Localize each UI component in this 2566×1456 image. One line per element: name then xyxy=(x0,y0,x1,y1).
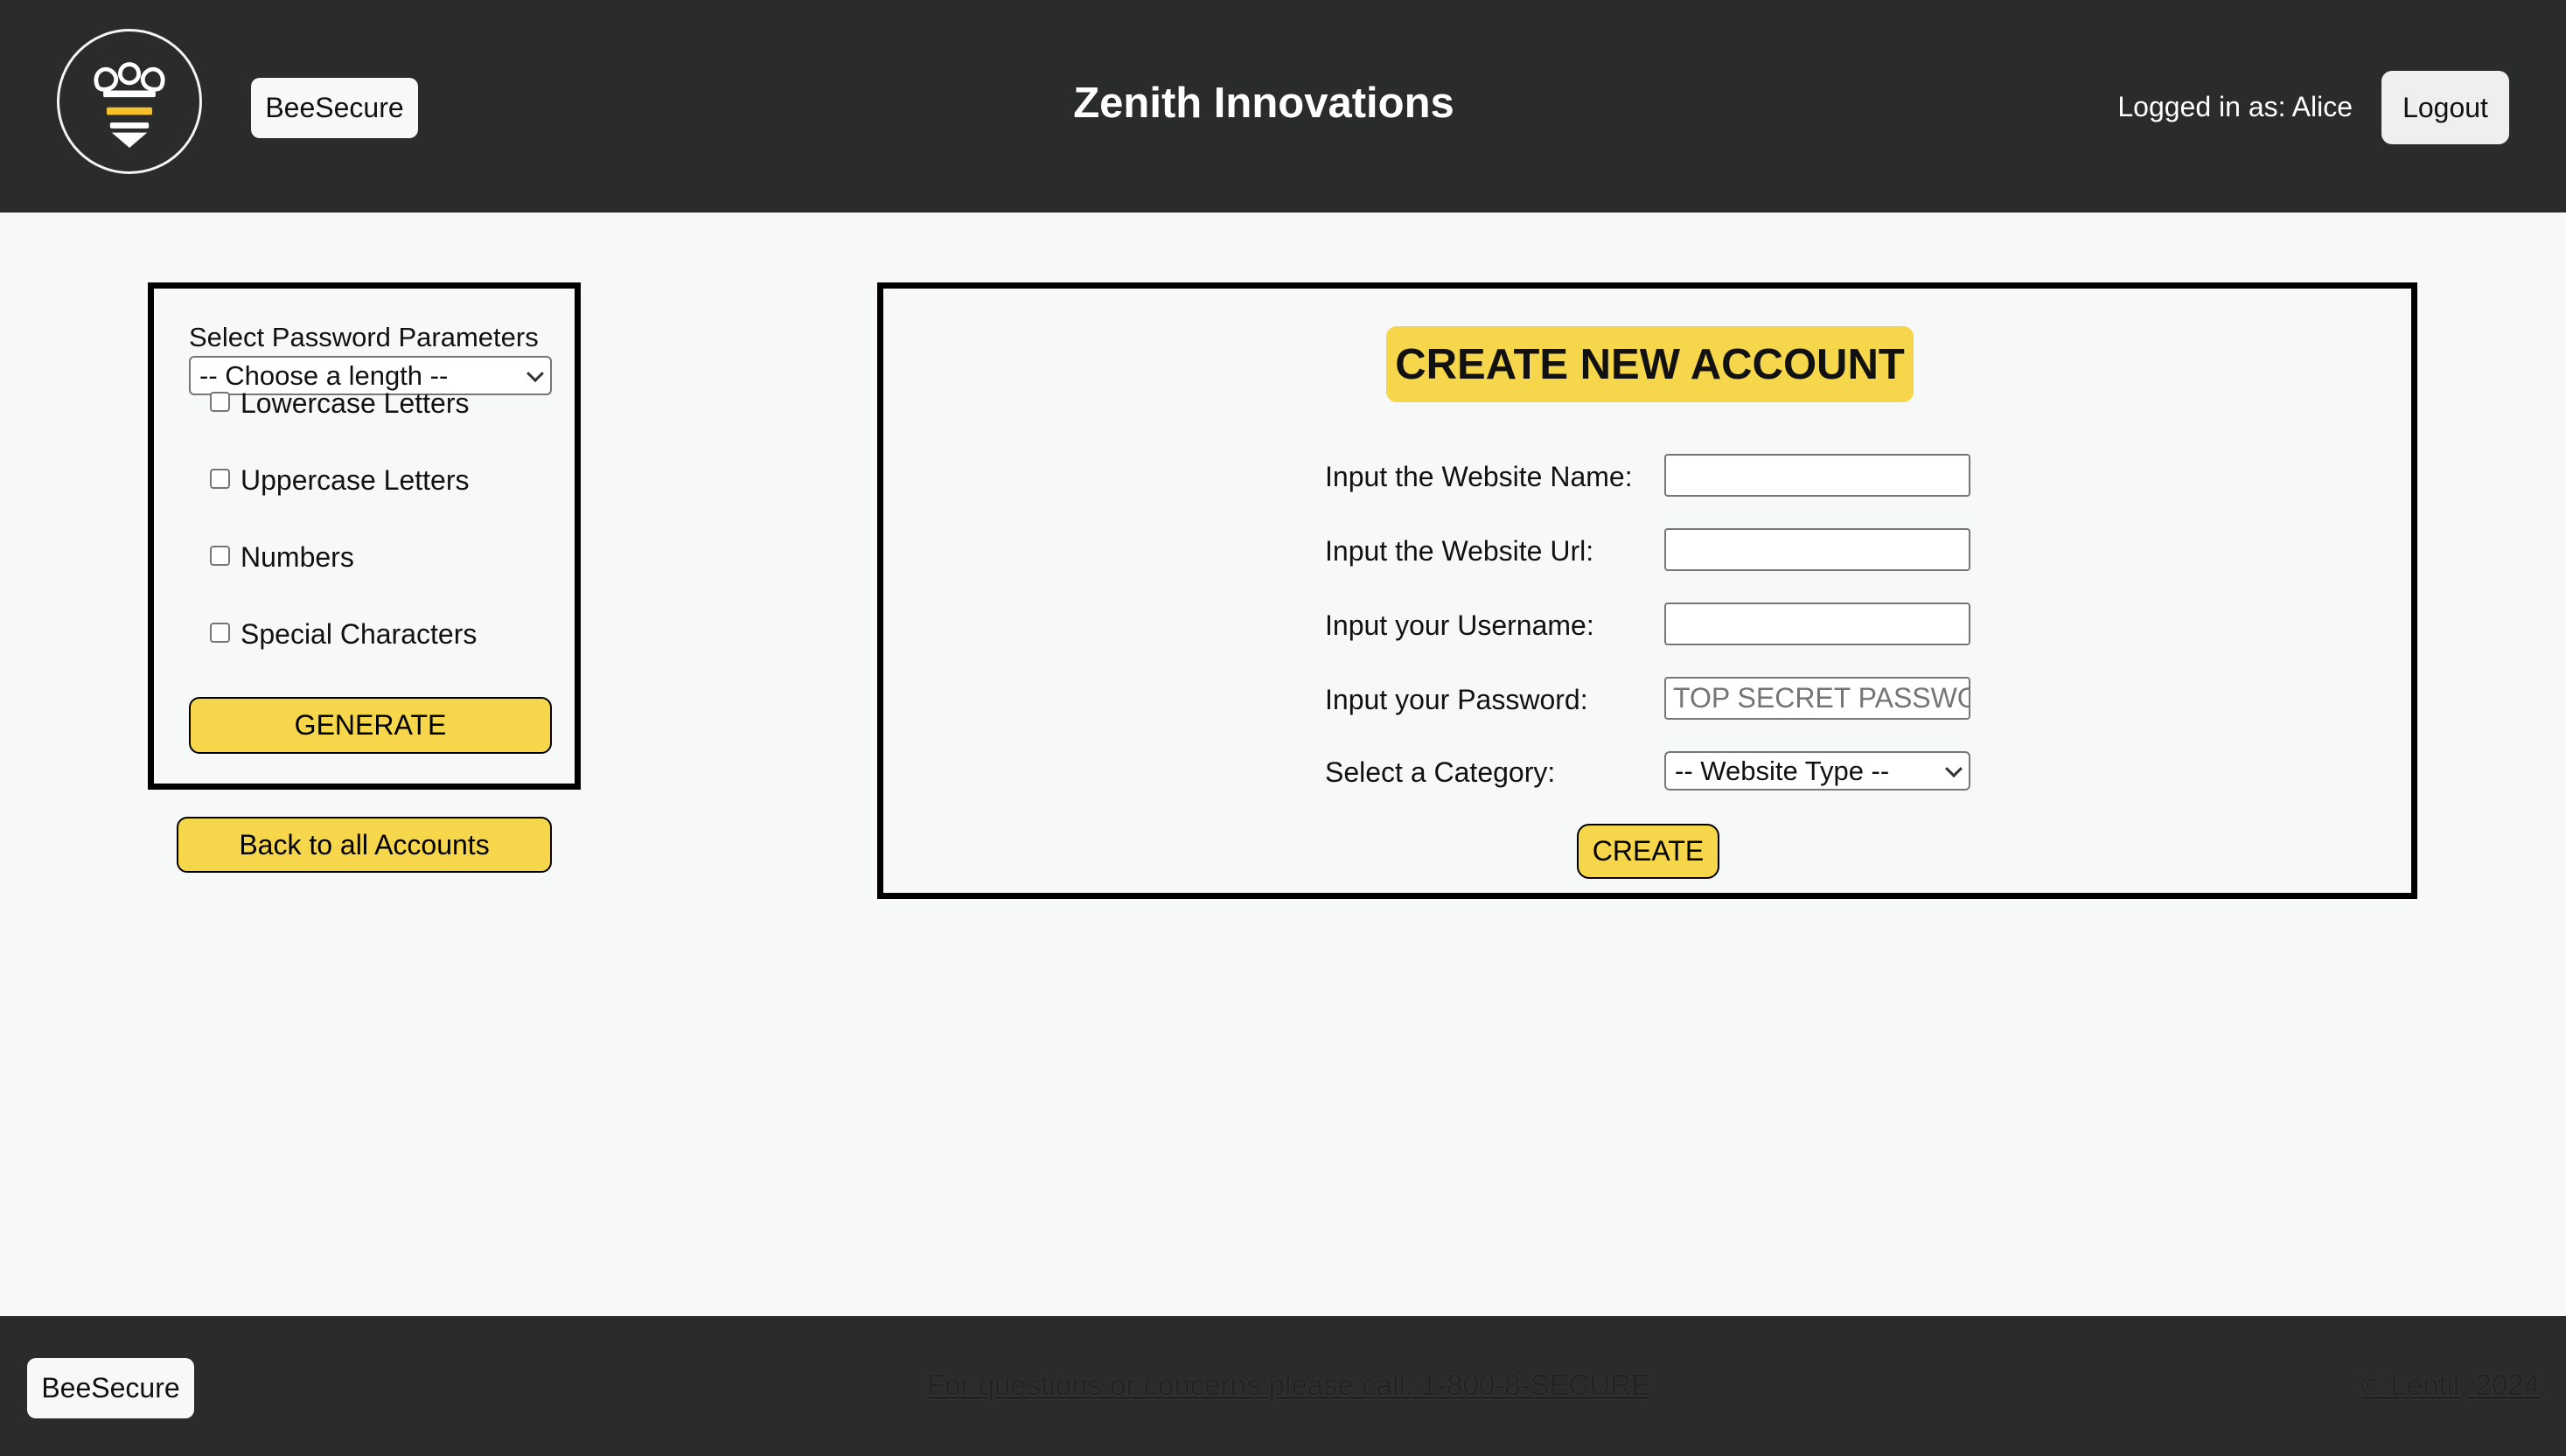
logged-in-status: Logged in as: Alice xyxy=(2117,91,2353,122)
password-input[interactable]: TOP SECRET PASSWORD xyxy=(1664,677,1970,720)
bee-logo-icon[interactable] xyxy=(57,29,202,174)
category-select[interactable]: -- Website Type -- xyxy=(1664,751,1970,791)
back-to-accounts-button[interactable]: Back to all Accounts xyxy=(177,817,552,873)
bee-logo-graphic xyxy=(94,62,165,149)
numbers-checkbox[interactable] xyxy=(210,546,230,566)
username-label: Input your Username: xyxy=(1325,610,1594,641)
create-account-panel: CREATE NEW ACCOUNT Input the Website Nam… xyxy=(877,282,2417,899)
brand-button[interactable]: BeeSecure xyxy=(251,78,418,138)
option-special-characters[interactable]: Special Characters xyxy=(210,618,477,651)
password-parameters-panel: Select Password Parameters -- Choose a l… xyxy=(148,282,581,790)
numbers-label: Numbers xyxy=(241,541,354,573)
generate-button[interactable]: GENERATE xyxy=(189,697,552,754)
footer-copyright: © Lentil, 2024 xyxy=(2360,1369,2540,1401)
footer: BeeSecure For questions or concerns plea… xyxy=(0,1316,2566,1456)
header: BeeSecure Zenith Innovations Logged in a… xyxy=(0,0,2566,212)
password-label: Input your Password: xyxy=(1325,684,1588,715)
lowercase-label: Lowercase Letters xyxy=(241,387,470,419)
username-input[interactable] xyxy=(1664,603,1970,645)
lowercase-checkbox[interactable] xyxy=(210,392,230,412)
password-parameters-title: Select Password Parameters xyxy=(189,322,539,352)
create-account-title: CREATE NEW ACCOUNT xyxy=(1386,326,1914,402)
website-name-input[interactable] xyxy=(1664,454,1970,497)
website-url-label: Input the Website Url: xyxy=(1325,535,1594,567)
option-lowercase[interactable]: Lowercase Letters xyxy=(210,387,469,420)
logout-button[interactable]: Logout xyxy=(2381,71,2509,144)
website-name-label: Input the Website Name: xyxy=(1325,461,1633,492)
option-uppercase[interactable]: Uppercase Letters xyxy=(210,464,469,497)
footer-contact-link[interactable]: For questions or concerns please call: 1… xyxy=(927,1369,1650,1402)
special-characters-label: Special Characters xyxy=(241,618,478,650)
uppercase-checkbox[interactable] xyxy=(210,469,230,489)
chevron-down-icon xyxy=(526,364,544,382)
chevron-down-icon xyxy=(1945,759,1963,777)
password-input-placeholder: TOP SECRET PASSWORD xyxy=(1673,682,1969,714)
option-numbers[interactable]: Numbers xyxy=(210,541,354,574)
website-url-input[interactable] xyxy=(1664,528,1970,571)
company-name: Zenith Innovations xyxy=(1073,80,1454,127)
special-characters-checkbox[interactable] xyxy=(210,623,230,643)
uppercase-label: Uppercase Letters xyxy=(241,464,470,496)
create-button[interactable]: CREATE xyxy=(1577,824,1719,879)
category-select-value: -- Website Type -- xyxy=(1675,755,1890,786)
category-label: Select a Category: xyxy=(1325,756,1556,788)
footer-brand-button[interactable]: BeeSecure xyxy=(27,1358,194,1418)
